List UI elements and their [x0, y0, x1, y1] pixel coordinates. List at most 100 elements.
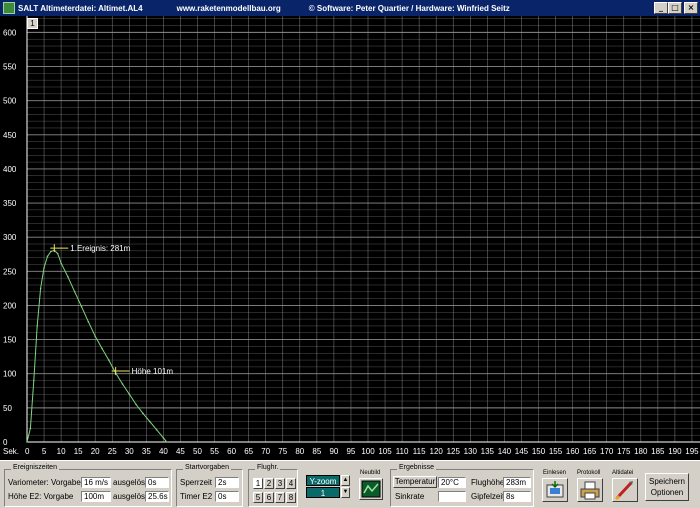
y-tick-label: 450: [3, 131, 17, 140]
altitude-point: [135, 403, 137, 406]
x-tick-label: 160: [566, 447, 580, 456]
flight-8-button[interactable]: 8: [286, 492, 296, 503]
graph-tab[interactable]: 1: [27, 18, 38, 29]
neubild-title: Neubild: [360, 470, 381, 476]
variometer-label: Variometer: Vorgabe: [8, 478, 81, 487]
hoehe-e2-ausgeloest-field: 25.6s: [145, 491, 169, 502]
hoehe-event-label: Höhe 101m: [132, 367, 174, 376]
y-tick-label: 350: [3, 199, 17, 208]
y-zoom-label: Y-zoom: [306, 475, 340, 486]
altidatei-title: Altidatei: [612, 470, 634, 476]
x-tick-label: 95: [346, 447, 355, 456]
x-tick-label: 120: [430, 447, 444, 456]
y-zoom-up-button[interactable]: ▲: [341, 475, 350, 486]
temperatur-button[interactable]: Temperatur: [393, 476, 437, 488]
altitude-point: [39, 287, 42, 290]
altitude-point: [94, 335, 96, 337]
altitude-point: [36, 325, 39, 327]
einlesen-title: Einlesen: [543, 470, 567, 476]
hoehe-e2-vorgabe-field[interactable]: 100m: [81, 491, 111, 502]
minimize-button[interactable]: _: [654, 2, 668, 14]
altitude-point: [26, 441, 28, 443]
x-tick-label: 155: [549, 447, 563, 456]
x-tick-label: 125: [447, 447, 461, 456]
x-tick-label: 145: [515, 447, 529, 456]
chart-grid: [26, 16, 700, 443]
x-tick-label: 135: [481, 447, 495, 456]
sperrzeit-field[interactable]: 2s: [215, 477, 239, 488]
gipfelzeit-field: 8s: [503, 491, 531, 502]
x-tick-label: 85: [312, 447, 321, 456]
y-zoom-select[interactable]: 1: [306, 487, 340, 498]
altitude-point: [162, 437, 165, 439]
startvorgaben-group: Startvorgaben Sperrzeit 2s Timer E2 0s: [176, 464, 243, 507]
altitude-plot[interactable]: 0 50 100 150 200 250 300 350 400 450 500 550 600 Sek…: [0, 16, 700, 460]
altitude-point: [43, 267, 45, 269]
x-tick-label: 5: [42, 447, 47, 456]
x-tick-label: 80: [295, 447, 304, 456]
x-tick-label: 110: [396, 447, 409, 456]
y-tick-label: 300: [3, 233, 17, 242]
x-tick-label: 30: [125, 447, 134, 456]
neubild-button[interactable]: [359, 478, 383, 500]
einlesen-button[interactable]: [542, 478, 568, 502]
flight-3-button[interactable]: 3: [275, 478, 285, 489]
sperrzeit-label: Sperrzeit: [180, 478, 213, 487]
title-bar: SALT Altimeterdatei: Altimet.AL4 www.rak…: [0, 0, 700, 16]
x-unit-label: Sek.: [3, 447, 19, 456]
altitude-point: [46, 255, 49, 258]
altitude-point: [73, 291, 76, 293]
protokoll-button[interactable]: [577, 478, 603, 502]
x-tick-label: 90: [329, 447, 338, 456]
x-tick-label: 35: [142, 447, 151, 456]
x-tick-label: 185: [651, 447, 665, 456]
flight-1-button[interactable]: 1: [253, 478, 263, 489]
variometer-ausgeloest-label: ausgelöst: [113, 478, 148, 487]
flight-6-button[interactable]: 6: [264, 492, 274, 503]
hoehe-e2-ausgeloest-label: ausgelöst: [113, 492, 148, 501]
timer-e2-field[interactable]: 0s: [215, 491, 239, 502]
altitude-point: [101, 347, 103, 350]
x-tick-label: 45: [176, 447, 185, 456]
flight-4-button[interactable]: 4: [286, 478, 296, 489]
y-axis-labels: 0 50 100 150 200 250 300 350 400 450 500 550 600: [3, 28, 17, 447]
hoehe-e2-label: Höhe E2: Vorgabe: [8, 492, 74, 501]
speichern-optionen-button[interactable]: Speichern Optionen: [645, 473, 689, 501]
app-icon: [3, 2, 15, 14]
ereigniszeiten-title: Ereigniszeiten: [11, 464, 59, 471]
sinkrate-field: [438, 491, 466, 502]
close-button[interactable]: ×: [684, 2, 698, 14]
sinkrate-label: Sinkrate: [395, 492, 425, 501]
y-zoom-down-button[interactable]: ▼: [341, 487, 350, 498]
flight-5-button[interactable]: 5: [253, 492, 263, 503]
x-tick-label: 15: [74, 447, 83, 456]
x-tick-label: 75: [278, 447, 287, 456]
y-tick-label: 250: [3, 267, 17, 276]
y-tick-label: 150: [3, 336, 17, 345]
x-tick-label: 60: [227, 447, 236, 456]
gipfelzeit-label: Gipfelzeit: [471, 492, 505, 501]
flight-7-button[interactable]: 7: [275, 492, 285, 503]
altitude-chart[interactable]: 050100150200250300350400450500550600 Sek…: [0, 16, 700, 460]
y-tick-label: 0: [3, 438, 8, 447]
startvorgaben-title: Startvorgaben: [183, 464, 231, 471]
altitude-point: [121, 383, 124, 385]
y-tick-label: 600: [3, 28, 17, 37]
x-tick-label: 190: [668, 447, 682, 456]
event-1-label: 1.Ereignis: 281m: [70, 244, 130, 253]
temperatur-field[interactable]: 20°C: [438, 477, 466, 488]
altitude-point: [108, 359, 110, 361]
y-tick-label: 400: [3, 165, 17, 174]
altitude-point: [87, 321, 90, 323]
flughr-title: Flughr.: [255, 464, 281, 471]
altidatei-button[interactable]: [612, 478, 638, 502]
variometer-vorgabe-field[interactable]: 16 m/s: [81, 477, 111, 488]
y-zoom-control: Y-zoom 1 ▲ ▼: [306, 475, 350, 503]
control-panel: Ereigniszeiten Variometer: Vorgabe 16 m/…: [0, 460, 700, 508]
altitude-point: [142, 412, 144, 415]
y-tick-label: 100: [3, 370, 17, 379]
flight-2-button[interactable]: 2: [264, 478, 274, 489]
altitude-point: [60, 262, 62, 264]
maximize-button[interactable]: □: [668, 2, 682, 14]
altitude-point: [128, 393, 131, 396]
